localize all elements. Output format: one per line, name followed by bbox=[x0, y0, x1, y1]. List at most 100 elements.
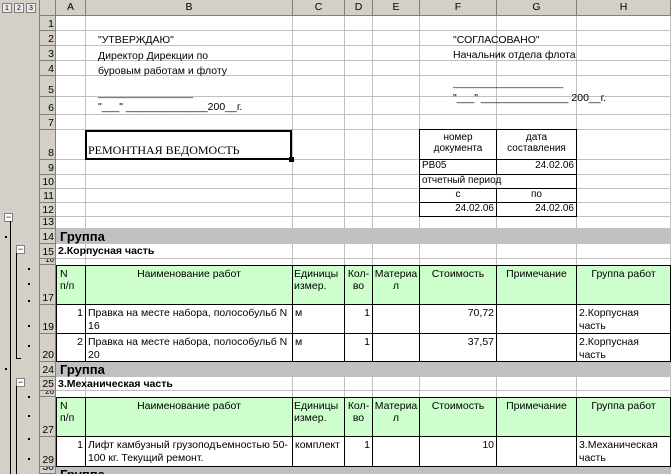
outline-dot bbox=[28, 325, 30, 327]
item-qty[interactable]: 1 bbox=[345, 437, 373, 467]
doc-number-label-2: документа bbox=[433, 143, 483, 154]
item-material[interactable] bbox=[373, 437, 420, 467]
item-unit[interactable]: м bbox=[293, 334, 345, 362]
col-unit-label-2: измер. bbox=[294, 412, 327, 424]
item-cost[interactable]: 37,57 bbox=[420, 334, 497, 362]
item-name[interactable]: Лифт камбузный грузоподъемностью 50- 100… bbox=[86, 437, 293, 467]
period-from-value[interactable]: 24.02.06 bbox=[420, 203, 497, 217]
gridline bbox=[56, 216, 671, 217]
gridline bbox=[56, 390, 671, 391]
col-name-header: Наименование работ bbox=[86, 398, 293, 437]
column-header-d[interactable]: D bbox=[345, 0, 373, 16]
row-header[interactable]: 25 bbox=[40, 377, 56, 391]
item-qty[interactable]: 1 bbox=[345, 305, 373, 334]
row-header[interactable]: 13 bbox=[40, 216, 56, 229]
column-header-b[interactable]: B bbox=[86, 0, 293, 16]
item-number[interactable]: 1 bbox=[57, 437, 86, 467]
row-header[interactable]: 11 bbox=[40, 189, 56, 203]
period-to-value[interactable]: 24.02.06 bbox=[497, 203, 577, 217]
fill-handle[interactable] bbox=[289, 157, 294, 162]
row-header[interactable]: 10 bbox=[40, 175, 56, 189]
item-name[interactable]: Правка на месте набора, полособульб N 20 bbox=[86, 334, 293, 362]
column-header-g[interactable]: G bbox=[497, 0, 577, 16]
item-qty[interactable]: 1 bbox=[345, 334, 373, 362]
column-header-h[interactable]: H bbox=[577, 0, 671, 16]
collapse-subgroup-button[interactable]: − bbox=[16, 378, 25, 387]
col-qty-label-2: во bbox=[352, 412, 365, 424]
row-header[interactable]: 9 bbox=[40, 160, 56, 175]
col-name-header: Наименование работ bbox=[86, 266, 293, 305]
col-unit-label-2: измер. bbox=[294, 280, 327, 292]
row-header[interactable]: 17 bbox=[40, 265, 56, 305]
item-number[interactable]: 2 bbox=[57, 334, 86, 362]
col-number-label-2: п/п bbox=[60, 280, 75, 292]
row-header[interactable]: 3 bbox=[40, 46, 56, 61]
doc-number-label: номер bbox=[443, 132, 473, 143]
row-header[interactable]: 6 bbox=[40, 97, 56, 115]
item-group[interactable]: 3.Механическая часть bbox=[577, 437, 671, 467]
col-number-label-2: п/п bbox=[60, 412, 75, 424]
outline-level-3-button[interactable]: 3 bbox=[26, 3, 36, 13]
col-unit-label: Единицы bbox=[294, 268, 339, 280]
outline-level-2-button[interactable]: 2 bbox=[14, 3, 24, 13]
item-unit[interactable]: комплект bbox=[293, 437, 345, 467]
period-label: отчетный период bbox=[420, 175, 577, 189]
collapse-group-button[interactable]: − bbox=[4, 213, 13, 222]
group-band: Группа bbox=[56, 229, 671, 244]
item-material[interactable] bbox=[373, 305, 420, 334]
row-header[interactable]: 7 bbox=[40, 115, 56, 130]
row-header[interactable]: 1 bbox=[40, 16, 56, 31]
item-note[interactable] bbox=[497, 437, 577, 467]
item-note[interactable] bbox=[497, 334, 577, 362]
approve-label: "УТВЕРЖДАЮ" bbox=[98, 34, 174, 46]
group-band: Группа bbox=[56, 467, 671, 474]
row-header[interactable]: 12 bbox=[40, 203, 56, 217]
row-header[interactable]: 4 bbox=[40, 61, 56, 76]
col-qty-header: Кол- во bbox=[345, 266, 373, 305]
item-name-line: Лифт камбузный грузоподъемностью 50- bbox=[88, 439, 288, 451]
item-group-line: 3.Механическая bbox=[579, 439, 658, 451]
col-material-header: Материа л bbox=[373, 398, 420, 437]
row-header[interactable]: 15 bbox=[40, 244, 56, 259]
row-header[interactable]: 29 bbox=[40, 437, 56, 467]
doc-date-value[interactable]: 24.02.06 bbox=[497, 160, 577, 175]
outline-dot bbox=[5, 368, 7, 370]
row-header[interactable]: 19 bbox=[40, 305, 56, 334]
collapse-subgroup-button[interactable]: − bbox=[16, 245, 25, 254]
outline-dot bbox=[28, 438, 30, 440]
outline-gutter: 1 2 3 − − − bbox=[0, 0, 40, 474]
select-all-corner[interactable] bbox=[40, 0, 56, 16]
item-name[interactable]: Правка на месте набора, полособульб N 16 bbox=[86, 305, 293, 334]
outline-bracket-outer bbox=[10, 221, 11, 474]
gridline bbox=[56, 174, 671, 175]
row-header[interactable]: 27 bbox=[40, 397, 56, 437]
column-header-e[interactable]: E bbox=[373, 0, 420, 16]
row-header[interactable]: 20 bbox=[40, 334, 56, 362]
item-group[interactable]: 2.Корпусная часть bbox=[577, 334, 671, 362]
item-name-line-2: 16 bbox=[88, 320, 100, 332]
item-cost[interactable]: 70,72 bbox=[420, 305, 497, 334]
outline-level-1-button[interactable]: 1 bbox=[2, 3, 12, 13]
doc-number-value[interactable]: РВ05 bbox=[420, 160, 497, 175]
column-header-a[interactable]: A bbox=[56, 0, 86, 16]
column-header-f[interactable]: F bbox=[420, 0, 497, 16]
item-group[interactable]: 2.Корпусная часть bbox=[577, 305, 671, 334]
item-material[interactable] bbox=[373, 334, 420, 362]
column-header-c[interactable]: C bbox=[293, 0, 345, 16]
doc-number-header: номер документа bbox=[420, 130, 497, 160]
outline-dot bbox=[5, 236, 7, 238]
doc-date-label: дата bbox=[525, 132, 548, 143]
group-band: Группа bbox=[56, 362, 671, 377]
agreer-position: Начальник отдела флота bbox=[453, 49, 576, 61]
row-header[interactable]: 30 bbox=[40, 467, 56, 474]
item-number[interactable]: 1 bbox=[57, 305, 86, 334]
item-unit[interactable]: м bbox=[293, 305, 345, 334]
row-header[interactable]: 14 bbox=[40, 229, 56, 244]
row-header[interactable]: 8 bbox=[40, 130, 56, 160]
row-header[interactable]: 2 bbox=[40, 31, 56, 46]
item-note[interactable] bbox=[497, 305, 577, 334]
selected-cell[interactable]: РЕМОНТНАЯ ВЕДОМОСТЬ bbox=[85, 130, 294, 162]
item-cost[interactable]: 10 bbox=[420, 437, 497, 467]
row-header[interactable]: 24 bbox=[40, 362, 56, 377]
row-header[interactable]: 5 bbox=[40, 76, 56, 97]
